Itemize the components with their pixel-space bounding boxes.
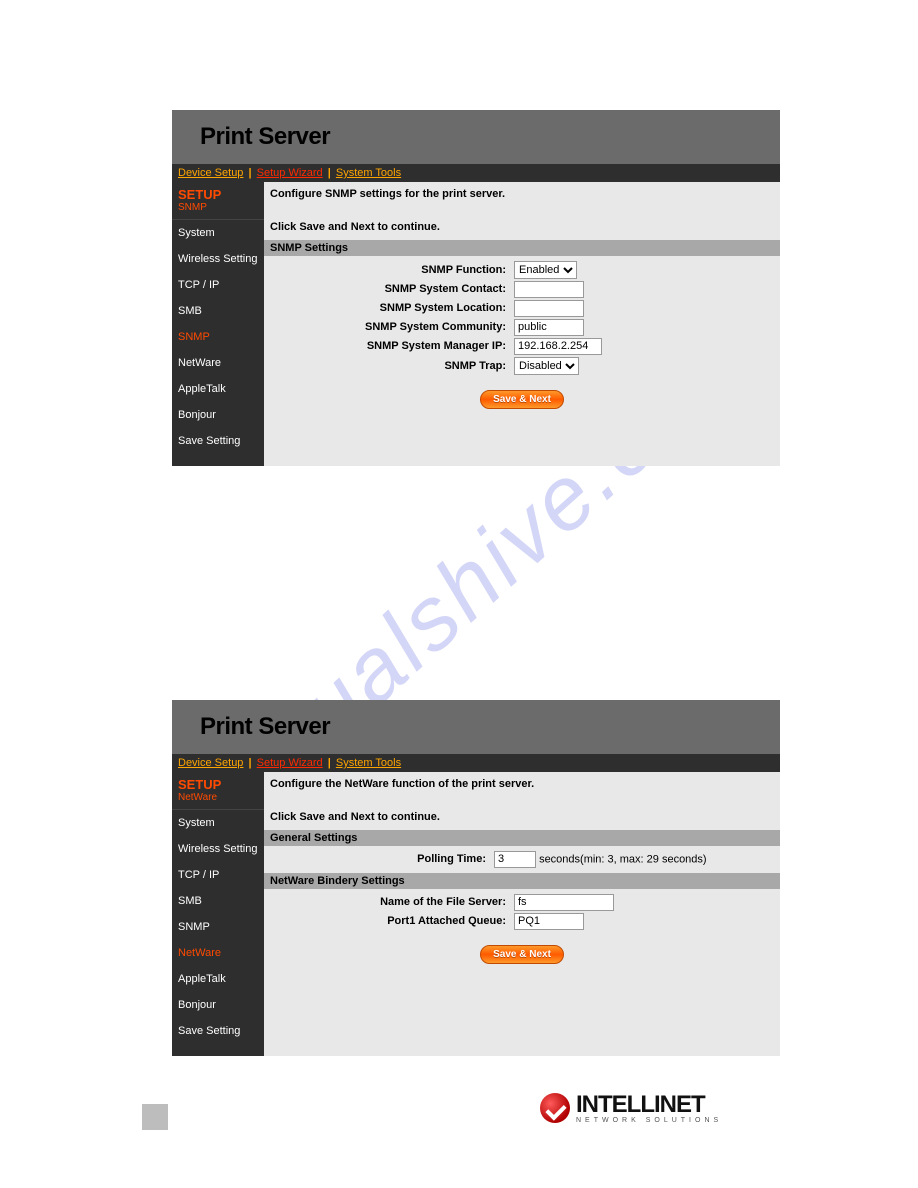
label-snmp-location: SNMP System Location: <box>270 299 510 318</box>
sidebar-item-wireless[interactable]: Wireless Setting <box>172 246 264 272</box>
label-snmp-trap: SNMP Trap: <box>270 356 510 376</box>
sidebar-item-netware[interactable]: NetWare <box>172 350 264 376</box>
intro-line1: Configure SNMP settings for the print se… <box>270 186 774 203</box>
title-bar: Print Server <box>172 110 780 164</box>
nav-system-tools[interactable]: System Tools <box>336 757 401 769</box>
panel-snmp: Print Server Device Setup | Setup Wizard… <box>172 110 780 466</box>
intro-line2: Click Save and Next to continue. <box>270 809 774 826</box>
top-nav: Device Setup | Setup Wizard | System Too… <box>172 754 780 772</box>
sidebar-item-bonjour[interactable]: Bonjour <box>172 992 264 1018</box>
brand-tagline: NETWORK SOLUTIONS <box>576 1117 722 1124</box>
nav-setup-wizard[interactable]: Setup Wizard <box>257 167 323 179</box>
sidebar-item-system[interactable]: System <box>172 810 264 836</box>
sidebar-item-tcpip[interactable]: TCP / IP <box>172 862 264 888</box>
label-polling-time: Polling Time: <box>270 850 490 869</box>
app-title: Print Server <box>200 713 330 741</box>
nav-separator: | <box>247 757 254 769</box>
sidebar-item-snmp[interactable]: SNMP <box>172 324 264 350</box>
intro-line2: Click Save and Next to continue. <box>270 219 774 236</box>
brand-logo: INTELLINET NETWORK SOLUTIONS <box>540 1086 770 1130</box>
nav-separator: | <box>326 757 333 769</box>
check-icon <box>540 1093 570 1123</box>
section-heading-snmp: SNMP Settings <box>264 240 780 256</box>
label-snmp-manager-ip: SNMP System Manager IP: <box>270 337 510 356</box>
nav-separator: | <box>247 167 254 179</box>
brand-name: INTELLINET <box>576 1093 722 1117</box>
sidebar-subheading: SNMP <box>172 202 264 220</box>
content-area: Configure the NetWare function of the pr… <box>264 772 780 1056</box>
section-heading-general: General Settings <box>264 830 780 846</box>
sidebar: SETUP SNMP System Wireless Setting TCP /… <box>172 182 264 466</box>
input-snmp-contact[interactable] <box>514 281 584 298</box>
sidebar-item-netware[interactable]: NetWare <box>172 940 264 966</box>
select-snmp-function[interactable]: Enabled <box>514 261 577 279</box>
sidebar: SETUP NetWare System Wireless Setting TC… <box>172 772 264 1056</box>
input-snmp-community[interactable] <box>514 319 584 336</box>
polling-suffix: seconds(min: 3, max: 29 seconds) <box>539 853 707 865</box>
sidebar-item-wireless[interactable]: Wireless Setting <box>172 836 264 862</box>
sidebar-item-save-setting[interactable]: Save Setting <box>172 1018 264 1044</box>
nav-system-tools[interactable]: System Tools <box>336 167 401 179</box>
intro-text: Configure SNMP settings for the print se… <box>264 182 780 240</box>
input-polling-time[interactable] <box>494 851 536 868</box>
input-snmp-location[interactable] <box>514 300 584 317</box>
sidebar-item-smb[interactable]: SMB <box>172 298 264 324</box>
input-file-server[interactable] <box>514 894 614 911</box>
sidebar-item-smb[interactable]: SMB <box>172 888 264 914</box>
label-snmp-function: SNMP Function: <box>270 260 510 280</box>
intro-text: Configure the NetWare function of the pr… <box>264 772 780 830</box>
intro-line1: Configure the NetWare function of the pr… <box>270 776 774 793</box>
panel-netware: Print Server Device Setup | Setup Wizard… <box>172 700 780 1056</box>
sidebar-item-save-setting[interactable]: Save Setting <box>172 428 264 454</box>
sidebar-item-snmp[interactable]: SNMP <box>172 914 264 940</box>
label-snmp-community: SNMP System Community: <box>270 318 510 337</box>
sidebar-heading: SETUP <box>172 772 264 792</box>
select-snmp-trap[interactable]: Disabled <box>514 357 579 375</box>
app-title: Print Server <box>200 123 330 151</box>
input-snmp-manager-ip[interactable] <box>514 338 602 355</box>
sidebar-item-appletalk[interactable]: AppleTalk <box>172 376 264 402</box>
label-snmp-contact: SNMP System Contact: <box>270 280 510 299</box>
sidebar-item-system[interactable]: System <box>172 220 264 246</box>
sidebar-item-appletalk[interactable]: AppleTalk <box>172 966 264 992</box>
label-file-server: Name of the File Server: <box>270 893 510 912</box>
section-heading-bindery: NetWare Bindery Settings <box>264 873 780 889</box>
input-port1-queue[interactable] <box>514 913 584 930</box>
top-nav: Device Setup | Setup Wizard | System Too… <box>172 164 780 182</box>
title-bar: Print Server <box>172 700 780 754</box>
label-port1-queue: Port1 Attached Queue: <box>270 912 510 931</box>
save-next-button[interactable]: Save & Next <box>480 390 564 409</box>
sidebar-heading: SETUP <box>172 182 264 202</box>
content-area: Configure SNMP settings for the print se… <box>264 182 780 466</box>
sidebar-subheading: NetWare <box>172 792 264 810</box>
nav-separator: | <box>326 167 333 179</box>
nav-setup-wizard[interactable]: Setup Wizard <box>257 757 323 769</box>
save-next-button[interactable]: Save & Next <box>480 945 564 964</box>
page-number-box <box>142 1104 168 1130</box>
nav-device-setup[interactable]: Device Setup <box>178 167 243 179</box>
sidebar-item-tcpip[interactable]: TCP / IP <box>172 272 264 298</box>
sidebar-item-bonjour[interactable]: Bonjour <box>172 402 264 428</box>
nav-device-setup[interactable]: Device Setup <box>178 757 243 769</box>
